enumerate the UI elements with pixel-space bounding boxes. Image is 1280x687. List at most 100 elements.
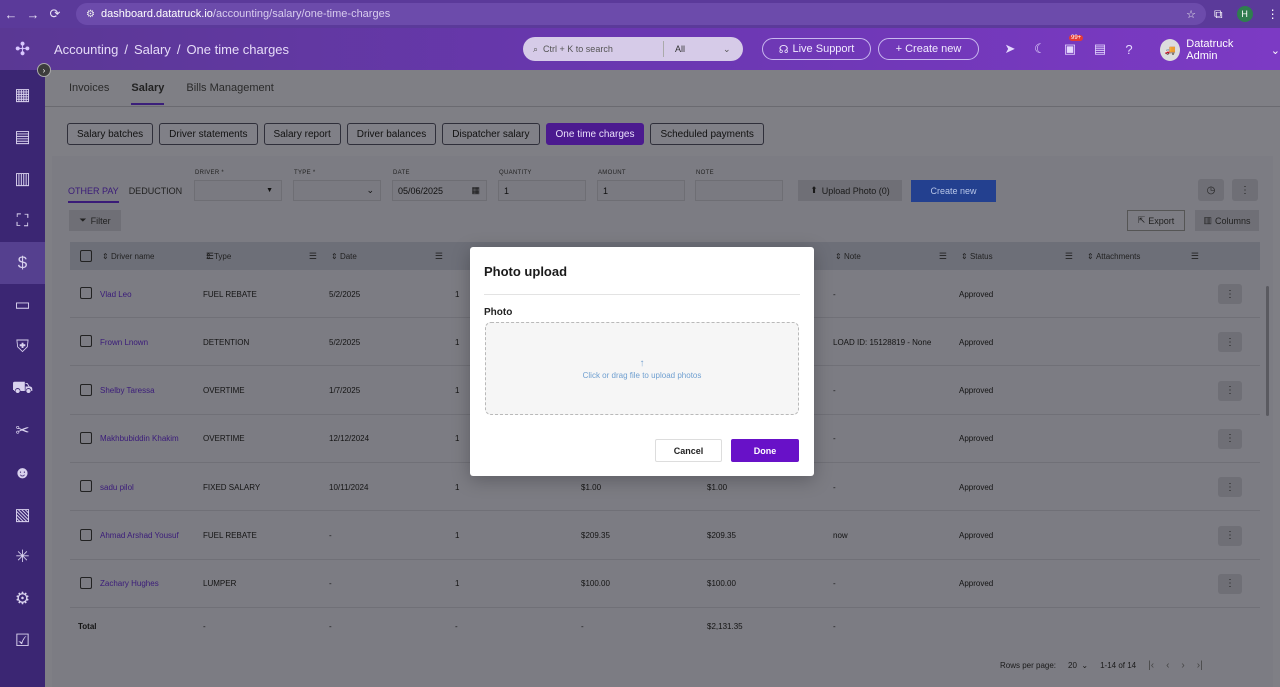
tab-invoices[interactable]: Invoices xyxy=(69,82,109,105)
bookmark-star-icon[interactable]: ☆ xyxy=(1186,8,1196,21)
table-scrollbar[interactable] xyxy=(1266,286,1269,416)
filter-button[interactable]: ⏷ Filter xyxy=(69,210,121,231)
back-icon[interactable]: ← xyxy=(0,7,22,22)
quantity-input[interactable]: 1 xyxy=(498,180,586,201)
th-note[interactable]: ⇕ Note ☰ xyxy=(835,242,955,270)
upload-photo-button[interactable]: ⬆ Upload Photo (0) xyxy=(798,180,902,201)
help-icon[interactable]: ? xyxy=(1120,40,1138,58)
row-checkbox[interactable] xyxy=(80,431,92,444)
next-page-icon[interactable]: › xyxy=(1181,660,1184,671)
photo-dropzone[interactable]: ↑ Click or drag file to upload photos xyxy=(485,322,799,415)
driver-name-link[interactable]: Vlad Leo xyxy=(100,270,132,318)
calendar-icon[interactable]: ▥ xyxy=(0,158,45,200)
chat-icon[interactable]: ▤ xyxy=(1091,40,1109,58)
date-input[interactable]: 05/06/2025 ▦ xyxy=(392,180,487,201)
select-all-checkbox[interactable] xyxy=(80,250,92,262)
column-menu-icon[interactable]: ☰ xyxy=(1065,251,1073,262)
row-actions-icon[interactable]: ⋮ xyxy=(1218,525,1242,546)
row-actions-icon[interactable]: ⋮ xyxy=(1218,428,1242,449)
done-button[interactable]: Done xyxy=(731,439,799,462)
site-settings-icon[interactable]: ⚙ xyxy=(86,9,95,20)
type-select[interactable]: ⌄ xyxy=(293,180,381,201)
browser-menu-icon[interactable]: ⋮ xyxy=(1267,7,1279,21)
driver-name-link[interactable]: Ahmad Arshad Yousuf xyxy=(100,512,179,560)
subtab-driver-statements[interactable]: Driver statements xyxy=(159,123,258,145)
ifta-icon[interactable]: ▭ xyxy=(0,284,45,326)
send-icon[interactable]: ➤ xyxy=(1001,40,1019,58)
search-scope-select[interactable]: All xyxy=(675,44,685,54)
row-checkbox[interactable] xyxy=(80,287,92,299)
tab-deduction[interactable]: DEDUCTION xyxy=(129,186,183,203)
create-new-charge-button[interactable]: Create new xyxy=(911,180,996,202)
checklist-icon[interactable]: ☑ xyxy=(0,620,45,662)
driver-name-link[interactable]: Makhbubiddin Khakim xyxy=(100,415,179,463)
header-create-new-button[interactable]: + Create new xyxy=(878,38,979,60)
notifications-icon[interactable]: ▣ 99+ xyxy=(1061,35,1084,58)
app-logo-icon[interactable]: ✣ xyxy=(0,28,45,70)
row-checkbox[interactable] xyxy=(80,576,92,589)
subtab-salary-batches[interactable]: Salary batches xyxy=(67,123,154,145)
users-icon[interactable]: ☻ xyxy=(0,452,45,494)
subtab-salary-report[interactable]: Salary report xyxy=(263,123,341,145)
moon-icon[interactable]: ☾ xyxy=(1031,40,1049,58)
row-actions-icon[interactable]: ⋮ xyxy=(1218,332,1242,353)
live-support-button[interactable]: ☊ Live Support xyxy=(762,38,871,60)
more-options-icon[interactable]: ⋮ xyxy=(1232,179,1258,201)
subtab-driver-balances[interactable]: Driver balances xyxy=(346,123,437,145)
extensions-icon[interactable]: ⧉ xyxy=(1214,7,1223,22)
row-checkbox[interactable] xyxy=(80,528,92,541)
driver-name-link[interactable]: Zachary Hughes xyxy=(100,560,159,608)
settings-gear-icon[interactable]: ⚙ xyxy=(0,578,45,620)
note-input[interactable] xyxy=(695,180,783,201)
subtab-dispatcher-salary[interactable]: Dispatcher salary xyxy=(442,123,540,145)
breadcrumb-salary[interactable]: Salary xyxy=(134,42,171,57)
th-type[interactable]: ⇕ Type ☰ xyxy=(205,242,325,270)
tab-other-pay[interactable]: OTHER PAY xyxy=(68,186,119,203)
driver-name-link[interactable]: Shelby Taressa xyxy=(100,367,155,415)
first-page-icon[interactable]: |‹ xyxy=(1148,660,1154,671)
cancel-button[interactable]: Cancel xyxy=(655,439,722,462)
map-icon[interactable]: ⛶ xyxy=(0,200,45,242)
column-menu-icon[interactable]: ☰ xyxy=(1191,251,1199,262)
subtab-one-time-charges[interactable]: One time charges xyxy=(545,123,645,145)
calendar-icon[interactable]: ▦ xyxy=(471,185,480,196)
prev-page-icon[interactable]: ‹ xyxy=(1166,660,1169,671)
row-checkbox[interactable] xyxy=(80,383,92,396)
subtab-scheduled-payments[interactable]: Scheduled payments xyxy=(650,123,764,145)
columns-button[interactable]: ▥ Columns xyxy=(1195,210,1259,231)
column-menu-icon[interactable]: ☰ xyxy=(309,251,317,262)
global-search[interactable]: ⌕ Ctrl + K to search All ⌄ xyxy=(523,37,743,61)
row-actions-icon[interactable]: ⋮ xyxy=(1218,284,1242,304)
breadcrumb-accounting[interactable]: Accounting xyxy=(54,42,118,57)
forward-icon[interactable]: → xyxy=(22,7,44,22)
driver-name-link[interactable]: Frown Lnown xyxy=(100,318,148,366)
last-page-icon[interactable]: ›| xyxy=(1197,660,1203,671)
amount-input[interactable]: 1 xyxy=(597,180,685,201)
user-menu[interactable]: 🚚 Datatruck Admin ⌄ xyxy=(1160,38,1280,62)
truck-icon[interactable]: ⛟ xyxy=(0,368,45,410)
safety-shield-icon[interactable]: ⛨ xyxy=(0,326,45,368)
th-attachments[interactable]: ⇕ Attachments ☰ xyxy=(1087,242,1207,270)
history-icon[interactable]: ◷ xyxy=(1198,179,1224,201)
reports-icon[interactable]: ▧ xyxy=(0,494,45,536)
th-driver-name[interactable]: ⇕ Driver name ☰ xyxy=(102,242,222,270)
tools-icon[interactable]: ✂ xyxy=(0,410,45,452)
row-actions-icon[interactable]: ⋮ xyxy=(1218,380,1242,401)
export-button[interactable]: ⇱ Export xyxy=(1127,210,1185,231)
row-checkbox[interactable] xyxy=(80,335,92,348)
row-actions-icon[interactable]: ⋮ xyxy=(1218,477,1242,498)
driver-name-link[interactable]: sadu pilol xyxy=(100,463,134,511)
document-icon[interactable]: ▤ xyxy=(0,116,45,158)
reload-icon[interactable]: ⟳ xyxy=(44,6,66,22)
driver-select[interactable]: ▼ xyxy=(194,180,282,201)
th-status[interactable]: ⇕ Status ☰ xyxy=(961,242,1081,270)
tab-bills-management[interactable]: Bills Management xyxy=(186,82,273,105)
accounting-dollar-icon[interactable]: $ xyxy=(0,242,45,284)
address-bar[interactable]: ⚙ dashboard.datatruck.io/accounting/sala… xyxy=(76,3,1206,25)
dashboard-icon[interactable]: ▦ xyxy=(0,74,45,116)
th-date[interactable]: ⇕ Date ☰ xyxy=(331,242,451,270)
column-menu-icon[interactable]: ☰ xyxy=(939,251,947,262)
tab-salary[interactable]: Salary xyxy=(131,82,165,105)
profile-avatar[interactable]: H xyxy=(1236,6,1253,22)
column-menu-icon[interactable]: ☰ xyxy=(435,251,443,262)
